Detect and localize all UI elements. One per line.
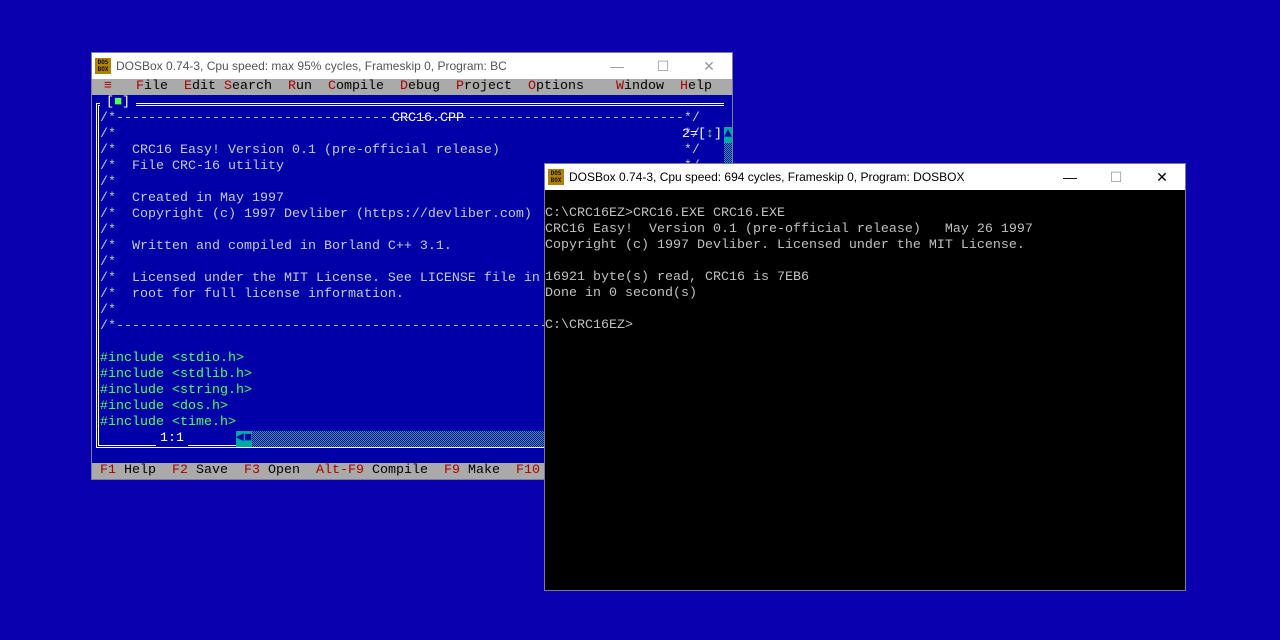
console-line: 16921 byte(s) read, CRC16 is 7EB6 (545, 270, 809, 285)
console-dosbox-window[interactable]: DOS BOX DOSBox 0.74-3, Cpu speed: 694 cyc… (544, 163, 1186, 591)
dosbox-logo-icon: DOS BOX (95, 58, 111, 74)
close-box-icon[interactable]: [■] (100, 95, 136, 111)
close-button[interactable]: ✕ (1139, 164, 1185, 190)
status-item[interactable]: F1 Help (100, 463, 156, 479)
include-line: #include <stdio.h> (100, 351, 244, 366)
console-line: C:\CRC16EZ>CRC16.EXE CRC16.EXE (545, 206, 785, 221)
cursor-position: 1:1 (156, 431, 188, 447)
dosbox-logo-icon: DOS BOX (548, 169, 564, 185)
include-line: #include <dos.h> (100, 399, 228, 414)
maximize-button[interactable]: ☐ (1093, 164, 1139, 190)
title-bar[interactable]: DOS BOX DOSBox 0.74-3, Cpu speed: 694 cyc… (545, 164, 1185, 190)
console-line: Copyright (c) 1997 Devliber. Licensed un… (545, 238, 1025, 253)
menu-item[interactable]: Debug (400, 79, 440, 95)
menu-item[interactable]: ≡ (104, 79, 112, 95)
title-bar[interactable]: DOS BOX DOSBox 0.74-3, Cpu speed: max 95%… (92, 53, 732, 79)
menu-item[interactable]: Run (288, 79, 312, 95)
minimize-button[interactable]: — (594, 53, 640, 79)
include-line: #include <string.h> (100, 383, 252, 398)
scroll-up-icon[interactable]: ▲ (724, 127, 732, 143)
console-output[interactable]: C:\CRC16EZ>CRC16.EXE CRC16.EXE CRC16 Easy… (545, 190, 1185, 590)
menu-item[interactable]: Window (616, 79, 664, 95)
menu-item[interactable]: Project (456, 79, 512, 95)
status-item[interactable]: Alt-F9 Compile (316, 463, 428, 479)
menu-item[interactable]: Compile (328, 79, 384, 95)
console-line: C:\CRC16EZ> (545, 318, 633, 333)
include-line: #include <time.h> (100, 415, 236, 430)
maximize-button[interactable]: ☐ (640, 53, 686, 79)
zoom-icon[interactable]: ↕ (706, 127, 714, 142)
menu-item[interactable]: Edit (184, 79, 216, 95)
menu-bar: ≡ File Edit Search Run Compile Debug Project Opt… (92, 79, 732, 95)
console-line: CRC16 Easy! Version 0.1 (pre-official re… (545, 222, 1033, 237)
window-title: DOSBox 0.74-3, Cpu speed: 694 cycles, Fr… (569, 170, 965, 184)
close-button[interactable]: ✕ (686, 53, 732, 79)
status-item[interactable]: F9 Make (444, 463, 500, 479)
minimize-button[interactable]: — (1047, 164, 1093, 190)
status-item[interactable]: F2 Save (172, 463, 228, 479)
include-line: #include <stdlib.h> (100, 367, 252, 382)
status-item[interactable]: F3 Open (244, 463, 300, 479)
comment-line: /*--------------------------------------… (100, 111, 700, 126)
menu-item[interactable]: Help (680, 79, 712, 95)
window-title: DOSBox 0.74-3, Cpu speed: max 95% cycles… (116, 59, 507, 73)
menu-item[interactable]: Options (528, 79, 584, 95)
comment-line: /* CRC16 Easy! Version 0.1 (pre-official… (100, 143, 700, 158)
console-line: Done in 0 second(s) (545, 286, 697, 301)
menu-item[interactable]: Search (224, 79, 272, 95)
menu-item[interactable]: File (136, 79, 168, 95)
comment-line: /* */ (100, 127, 700, 142)
scroll-left-icon[interactable]: ◄■ (236, 431, 252, 447)
